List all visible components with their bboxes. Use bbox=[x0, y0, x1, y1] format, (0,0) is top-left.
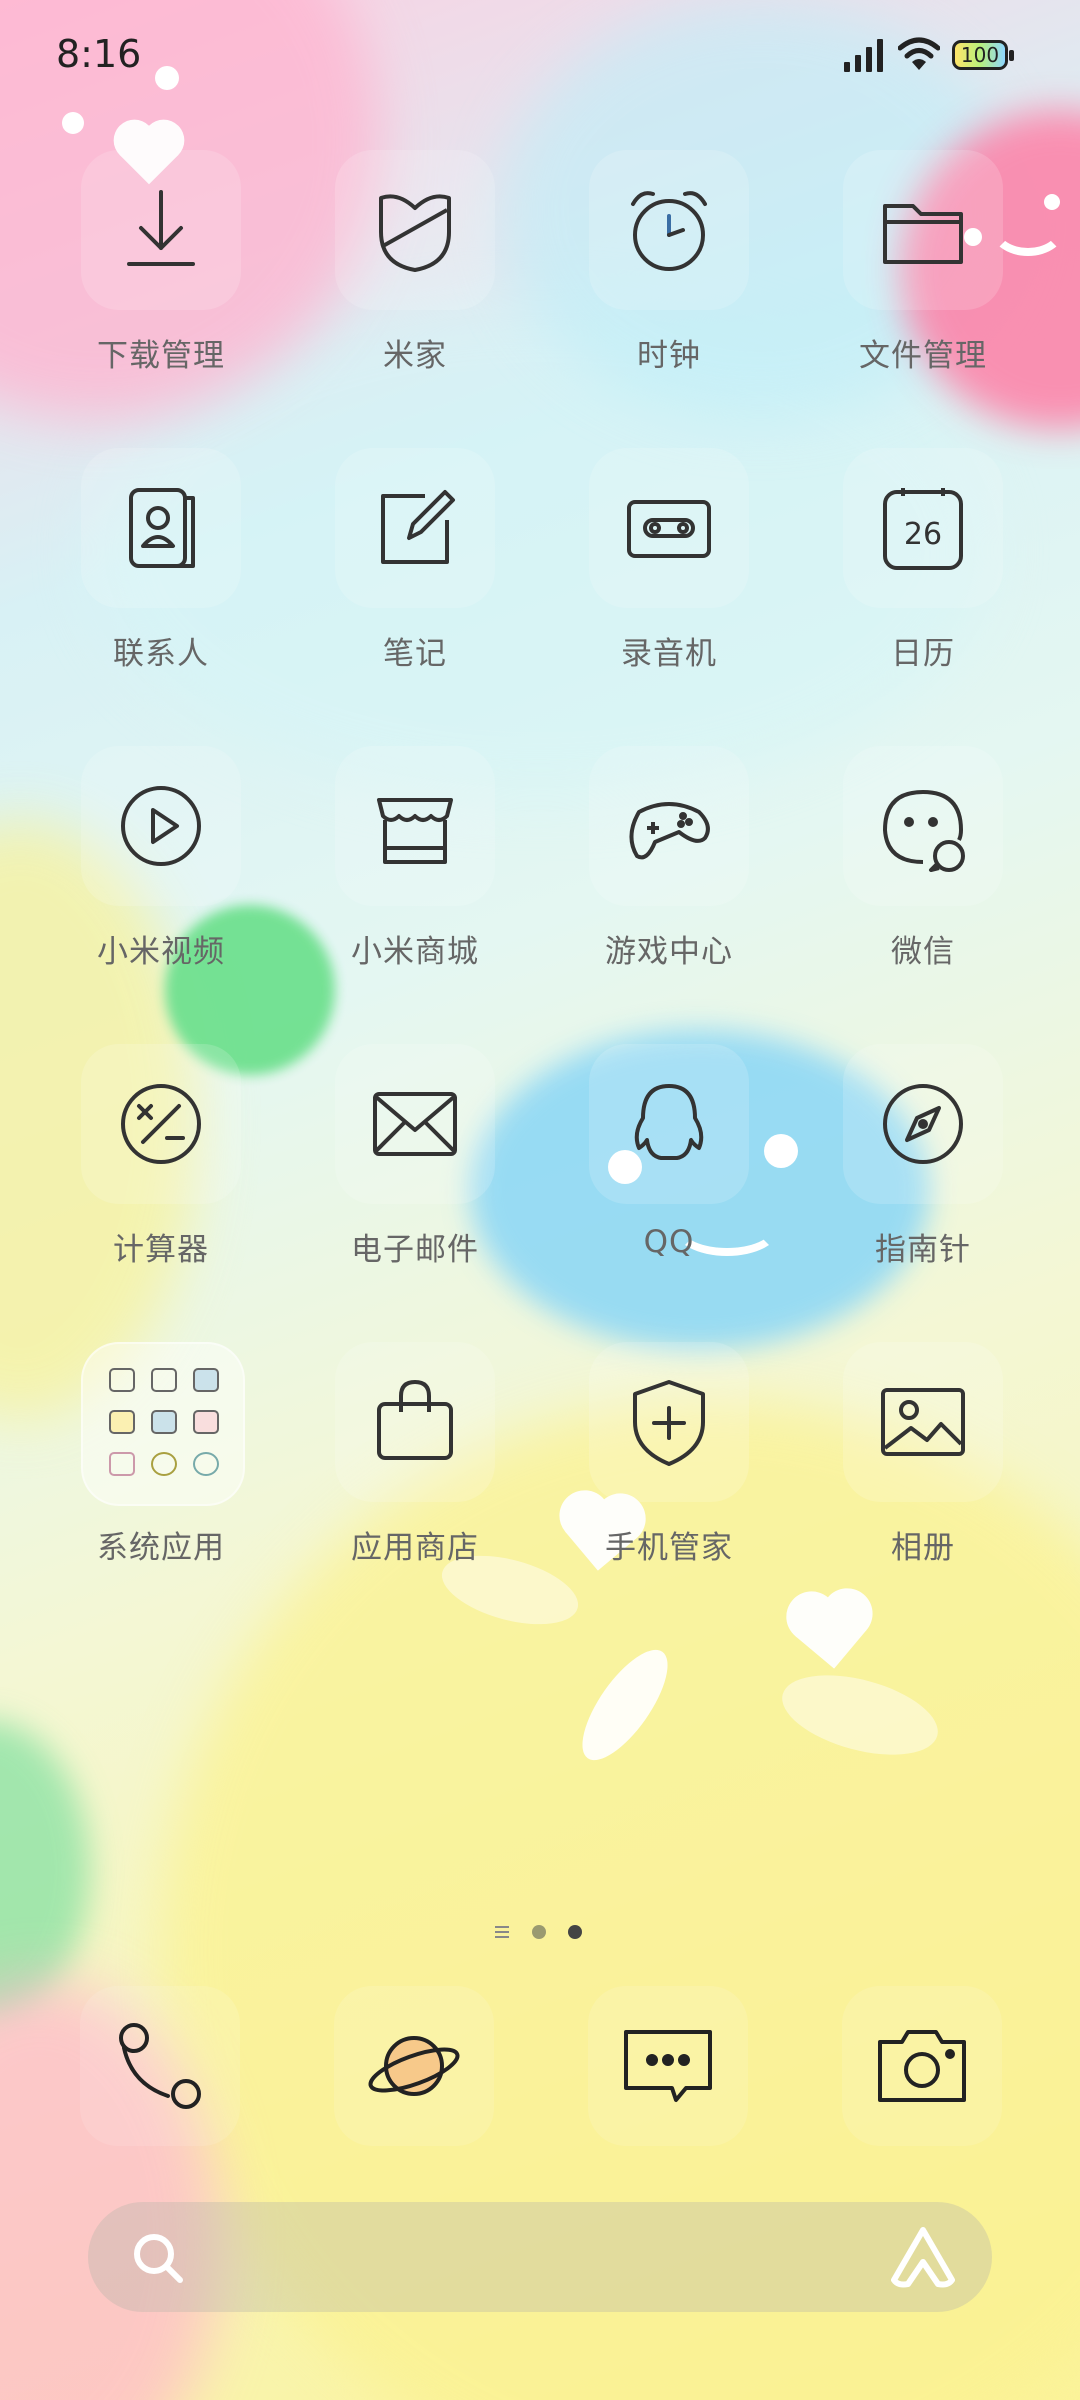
app-mi-store[interactable]: 小米商城 bbox=[292, 746, 495, 986]
app-label: 应用商店 bbox=[351, 1530, 479, 1566]
store-icon bbox=[377, 798, 453, 864]
mijia-icon bbox=[379, 194, 451, 272]
app-label: 录音机 bbox=[621, 636, 717, 672]
wifi-icon bbox=[898, 37, 940, 70]
app-label: 系统应用 bbox=[97, 1530, 225, 1566]
app-label: 相册 bbox=[891, 1530, 955, 1566]
app-calculator[interactable]: 计算器 bbox=[38, 1044, 241, 1284]
search-icon bbox=[134, 2234, 183, 2283]
compass-icon bbox=[883, 1084, 963, 1164]
app-label: 联系人 bbox=[113, 636, 209, 672]
cassette-icon bbox=[627, 500, 711, 558]
app-label: 小米商城 bbox=[351, 934, 479, 970]
app-label: 日历 bbox=[891, 636, 955, 672]
app-label: 下载管理 bbox=[97, 338, 225, 374]
search-bar[interactable] bbox=[88, 2202, 992, 2312]
shield-plus-icon bbox=[633, 1380, 705, 1466]
phone-icon bbox=[119, 2023, 201, 2109]
mail-icon bbox=[373, 1092, 457, 1156]
xiaoai-icon[interactable] bbox=[888, 2224, 958, 2290]
app-gallery[interactable]: 相册 bbox=[800, 1342, 1003, 1582]
app-label: 游戏中心 bbox=[605, 934, 733, 970]
page-indicator[interactable] bbox=[490, 1920, 600, 1944]
app-compass[interactable]: 指南针 bbox=[800, 1044, 1003, 1284]
play-icon bbox=[121, 786, 201, 866]
dock-browser[interactable] bbox=[334, 1986, 494, 2146]
app-label: 电子邮件 bbox=[351, 1232, 479, 1268]
dock-messages[interactable] bbox=[588, 1986, 748, 2146]
page-dot bbox=[532, 1925, 546, 1939]
app-label: 小米视频 bbox=[97, 934, 225, 970]
app-security[interactable]: 手机管家 bbox=[546, 1342, 749, 1582]
shopping-bag-icon bbox=[377, 1380, 453, 1460]
photo-icon bbox=[881, 1388, 965, 1456]
status-time: 8:16 bbox=[56, 32, 142, 76]
folder-grid-icon bbox=[105, 1360, 225, 1480]
signal-icon bbox=[844, 39, 883, 72]
camera-icon bbox=[878, 2030, 966, 2102]
contacts-icon bbox=[129, 488, 195, 568]
alarm-clock-icon bbox=[631, 191, 707, 271]
battery-indicator: 100 bbox=[952, 40, 1014, 70]
app-contacts[interactable]: 联系人 bbox=[38, 448, 241, 688]
app-calendar[interactable]: 26 日历 bbox=[800, 448, 1003, 688]
app-download-manager[interactable]: 下载管理 bbox=[38, 150, 241, 390]
battery-level: 100 bbox=[960, 43, 1000, 67]
app-qq[interactable]: QQ bbox=[546, 1044, 749, 1284]
page-list-icon bbox=[495, 1926, 509, 1938]
app-label: 时钟 bbox=[637, 338, 701, 374]
calendar-icon: 26 bbox=[883, 488, 963, 570]
app-recorder[interactable]: 录音机 bbox=[546, 448, 749, 688]
app-label: 计算器 bbox=[113, 1232, 209, 1268]
calculator-icon bbox=[121, 1084, 201, 1164]
app-game-center[interactable]: 游戏中心 bbox=[546, 746, 749, 986]
notes-icon bbox=[381, 490, 455, 564]
download-icon bbox=[127, 190, 195, 266]
app-mi-video[interactable]: 小米视频 bbox=[38, 746, 241, 986]
app-notes[interactable]: 笔记 bbox=[292, 448, 495, 688]
folder-system-apps[interactable]: 系统应用 bbox=[38, 1342, 245, 1582]
app-label: 笔记 bbox=[383, 636, 447, 672]
page-dot-active bbox=[568, 1925, 582, 1939]
app-label: QQ bbox=[643, 1224, 695, 1260]
app-label: 微信 bbox=[891, 934, 955, 970]
app-email[interactable]: 电子邮件 bbox=[292, 1044, 495, 1284]
calendar-date: 26 bbox=[904, 517, 942, 552]
dock-phone[interactable] bbox=[80, 1986, 240, 2146]
planet-browser-icon bbox=[368, 2036, 460, 2096]
status-bar: 8:16 100 bbox=[0, 0, 1080, 110]
app-label: 手机管家 bbox=[605, 1530, 733, 1566]
app-wechat[interactable]: 微信 bbox=[800, 746, 1003, 986]
folder-icon bbox=[883, 204, 963, 264]
app-label: 指南针 bbox=[875, 1232, 971, 1268]
wechat-icon bbox=[883, 790, 965, 872]
message-icon bbox=[624, 2030, 712, 2102]
dock-camera[interactable] bbox=[842, 1986, 1002, 2146]
app-label: 米家 bbox=[383, 338, 447, 374]
app-clock[interactable]: 时钟 bbox=[546, 150, 749, 390]
app-app-store[interactable]: 应用商店 bbox=[292, 1342, 495, 1582]
app-label: 文件管理 bbox=[859, 338, 987, 374]
qq-penguin-icon bbox=[634, 1084, 704, 1160]
gamepad-icon bbox=[629, 802, 710, 860]
app-mijia[interactable]: 米家 bbox=[292, 150, 495, 390]
app-file-manager[interactable]: 文件管理 bbox=[800, 150, 1003, 390]
